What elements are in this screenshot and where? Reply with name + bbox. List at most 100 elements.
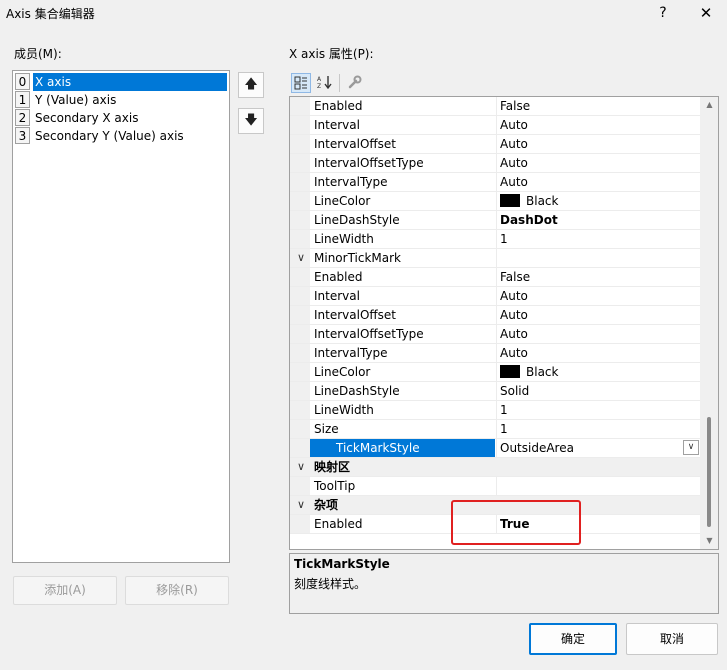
property-pages-button[interactable] [345, 73, 365, 93]
property-value[interactable]: Black [496, 192, 701, 210]
property-value[interactable]: Auto [496, 287, 701, 305]
property-name: IntervalOffset [314, 308, 397, 322]
move-up-button[interactable]: 🡅 [238, 72, 264, 98]
property-value[interactable]: Auto [496, 325, 701, 343]
member-name: X axis [33, 73, 227, 91]
property-row[interactable]: IntervalOffset Auto [290, 306, 701, 325]
property-value[interactable]: Auto [496, 306, 701, 324]
property-row[interactable]: Interval Auto [290, 116, 701, 135]
property-name: Enabled [314, 270, 363, 284]
property-row[interactable]: IntervalType Auto [290, 344, 701, 363]
row-gutter [290, 477, 310, 495]
member-item[interactable]: 1 Y (Value) axis [15, 91, 227, 109]
member-index: 2 [15, 109, 30, 126]
svg-text:A: A [317, 76, 322, 83]
remove-button[interactable]: 移除(R) [125, 576, 229, 605]
row-gutter [290, 230, 310, 248]
add-button[interactable]: 添加(A) [13, 576, 117, 605]
property-value[interactable]: 1 [496, 401, 701, 419]
property-name: IntervalOffsetType [314, 156, 424, 170]
member-item[interactable]: 3 Secondary Y (Value) axis [15, 127, 227, 145]
move-down-button[interactable]: 🡇 [238, 108, 264, 134]
chevron-down-icon[interactable]: ∨ [683, 440, 699, 455]
member-index: 3 [15, 127, 30, 144]
property-row[interactable]: LineDashStyle DashDot [290, 211, 701, 230]
property-row[interactable]: Enabled False [290, 97, 701, 116]
property-row[interactable]: IntervalOffset Auto [290, 135, 701, 154]
chevron-down-icon[interactable]: ∨ [294, 249, 308, 267]
svg-text:Z: Z [317, 83, 321, 89]
property-row[interactable]: Interval Auto [290, 287, 701, 306]
members-list[interactable]: 0X axis 1 Y (Value) axis 2 Secondary X axis 3… [12, 70, 230, 563]
property-name: IntervalOffsetType [314, 327, 424, 341]
help-button[interactable]: ? [650, 2, 676, 24]
property-value[interactable]: OutsideArea ∨ [496, 439, 701, 457]
cancel-button[interactable]: 取消 [626, 623, 718, 655]
alphabetical-view-button[interactable]: A Z [315, 73, 335, 93]
property-value[interactable]: False [496, 268, 701, 286]
property-name: 映射区 [314, 460, 351, 474]
property-value[interactable]: 1 [496, 230, 701, 248]
row-gutter [290, 192, 310, 210]
scroll-down-icon[interactable]: ▼ [700, 533, 718, 549]
property-value[interactable]: Auto [496, 344, 701, 362]
member-item[interactable]: 0X axis [15, 73, 227, 91]
property-value-text: 1 [500, 232, 508, 246]
close-button[interactable]: ✕ [690, 2, 722, 24]
arrow-up-icon: 🡅 [244, 77, 258, 92]
property-row[interactable]: Enabled False [290, 268, 701, 287]
property-row[interactable]: IntervalOffsetType Auto [290, 154, 701, 173]
property-row[interactable]: LineWidth 1 [290, 230, 701, 249]
property-value[interactable]: Auto [496, 173, 701, 191]
property-name: LineColor [314, 365, 371, 379]
scroll-up-icon[interactable]: ▲ [700, 97, 718, 113]
property-value[interactable]: DashDot [496, 211, 701, 229]
properties-label: X axis 属性(P): [289, 47, 374, 61]
property-category[interactable]: ∨ 映射区 [290, 458, 701, 477]
property-value[interactable]: Solid [496, 382, 701, 400]
categorized-view-button[interactable] [291, 73, 311, 93]
property-row[interactable]: LineDashStyle Solid [290, 382, 701, 401]
property-value[interactable]: Auto [496, 135, 701, 153]
property-value[interactable]: 1 [496, 420, 701, 438]
property-name: IntervalOffset [314, 137, 397, 151]
arrow-down-icon: 🡇 [244, 113, 258, 128]
property-row[interactable]: ToolTip [290, 477, 701, 496]
highlight-annotation [451, 500, 581, 545]
property-value[interactable]: Black [496, 363, 701, 381]
property-value[interactable]: False [496, 97, 701, 115]
property-value[interactable]: Auto [496, 116, 701, 134]
property-name: LineColor [314, 194, 371, 208]
property-name: Size [314, 422, 339, 436]
property-row[interactable]: ∨ MinorTickMark [290, 249, 701, 268]
property-value-text: Auto [500, 137, 528, 151]
member-name: Y (Value) axis [35, 93, 117, 107]
member-item[interactable]: 2 Secondary X axis [15, 109, 227, 127]
property-value[interactable]: Auto [496, 154, 701, 172]
property-row[interactable]: LineColor Black [290, 192, 701, 211]
vertical-scrollbar[interactable]: ▲ ▼ [700, 97, 718, 549]
row-gutter [290, 515, 310, 533]
member-name: Secondary X axis [35, 111, 139, 125]
property-row[interactable]: Size 1 [290, 420, 701, 439]
row-gutter [290, 154, 310, 172]
row-gutter [290, 211, 310, 229]
property-row[interactable]: IntervalType Auto [290, 173, 701, 192]
property-grid[interactable]: Enabled False Interval Auto IntervalOffset Au… [289, 96, 719, 550]
row-gutter [290, 420, 310, 438]
scroll-thumb[interactable] [707, 417, 711, 527]
property-row[interactable]: LineWidth 1 [290, 401, 701, 420]
chevron-down-icon[interactable]: ∨ [294, 458, 308, 476]
property-value[interactable] [496, 477, 701, 495]
chevron-down-icon[interactable]: ∨ [294, 496, 308, 514]
property-row[interactable]: LineColor Black [290, 363, 701, 382]
property-name: Interval [314, 289, 360, 303]
property-name: Enabled [314, 517, 363, 531]
property-name: 杂项 [314, 498, 339, 512]
property-row[interactable]: IntervalOffsetType Auto [290, 325, 701, 344]
row-gutter [290, 363, 310, 381]
ok-button[interactable]: 确定 [529, 623, 617, 655]
window-title: Axis 集合编辑器 [6, 7, 95, 21]
property-value[interactable] [496, 249, 701, 267]
property-row[interactable]: TickMarkStyle OutsideArea ∨ [290, 439, 701, 458]
